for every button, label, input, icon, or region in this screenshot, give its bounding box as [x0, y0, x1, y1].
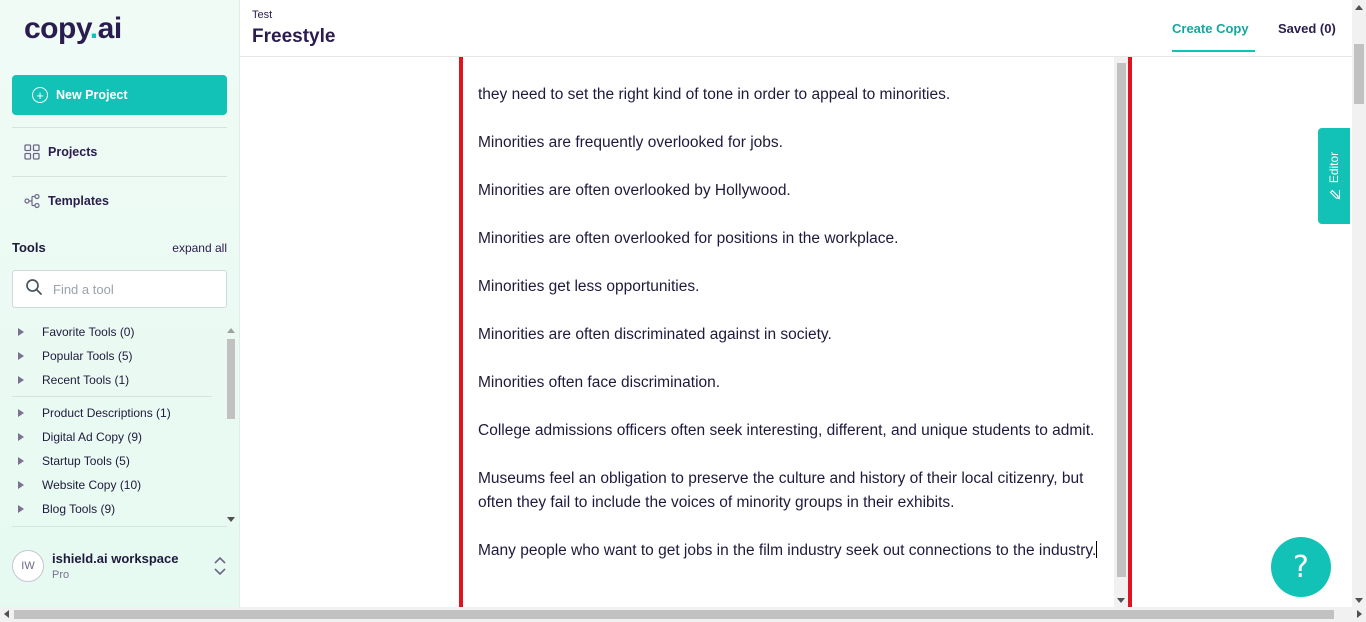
- grid-icon: [24, 144, 40, 160]
- pencil-icon: [1329, 189, 1340, 200]
- caret-right-icon: [18, 481, 24, 489]
- editor-paragraph: Minorities get less opportunities.: [478, 278, 700, 295]
- avatar: IW: [12, 550, 44, 582]
- tools-title: Tools: [12, 240, 46, 255]
- editor-paragraph: College admissions officers often seek i…: [478, 422, 1095, 439]
- plus-circle-icon: +: [32, 87, 48, 103]
- new-project-label: New Project: [56, 88, 128, 102]
- editor-paragraph: Minorities are often discriminated again…: [478, 326, 832, 343]
- editor-panel[interactable]: they need to set the right kind of tone …: [459, 57, 1132, 607]
- scroll-down-arrow-icon[interactable]: [227, 517, 235, 522]
- tab-create-copy[interactable]: Create Copy: [1172, 21, 1255, 52]
- tool-group-startup-tools[interactable]: Startup Tools (5): [12, 454, 130, 468]
- editor-paragraph: Minorities are often overlooked for posi…: [478, 230, 899, 247]
- search-icon: [25, 278, 43, 301]
- divider: [12, 176, 227, 177]
- tool-group-label: Startup Tools (5): [42, 454, 130, 468]
- copy-ai-logo[interactable]: copy.ai: [24, 12, 122, 46]
- editor-text-area[interactable]: they need to set the right kind of tone …: [478, 83, 1098, 587]
- text-cursor: [1096, 541, 1098, 558]
- sidebar-item-label: Projects: [48, 145, 98, 159]
- editor-paragraph: they need to set the right kind of tone …: [478, 86, 951, 103]
- scrollbar-thumb[interactable]: [1117, 63, 1126, 577]
- tool-list: Favorite Tools (0) Popular Tools (5) Rec…: [12, 320, 227, 525]
- tab-saved[interactable]: Saved (0): [1278, 21, 1336, 36]
- tool-group-favorite[interactable]: Favorite Tools (0): [12, 325, 134, 339]
- tool-group-label: Digital Ad Copy (9): [42, 430, 143, 444]
- editor-scrollbar[interactable]: [1114, 57, 1128, 607]
- page-horizontal-scrollbar[interactable]: [0, 607, 1366, 622]
- scrollbar-thumb[interactable]: [1354, 44, 1364, 104]
- tool-group-digital-ad-copy[interactable]: Digital Ad Copy (9): [12, 430, 142, 444]
- top-header: Test Freestyle Create Copy Saved (0): [240, 0, 1352, 57]
- editor-paragraph-text: Many people who want to get jobs in the …: [478, 542, 1097, 559]
- tool-group-recent[interactable]: Recent Tools (1): [12, 373, 129, 387]
- editor-paragraph: Minorities often face discrimination.: [478, 374, 721, 391]
- scroll-down-arrow-icon[interactable]: [1117, 598, 1125, 603]
- tool-group-label: Recent Tools (1): [42, 373, 130, 387]
- caret-right-icon: [18, 505, 24, 513]
- tool-group-label: Popular Tools (5): [42, 349, 133, 363]
- tool-group-blog-tools[interactable]: Blog Tools (9): [12, 502, 115, 516]
- divider: [12, 396, 212, 397]
- caret-right-icon: [18, 328, 24, 336]
- tool-group-label: Favorite Tools (0): [42, 325, 135, 339]
- new-project-button[interactable]: + New Project: [12, 75, 227, 115]
- scroll-right-arrow-icon[interactable]: [1357, 610, 1362, 618]
- scrollbar-thumb[interactable]: [14, 610, 1334, 619]
- editor-tab-label: Editor: [1327, 151, 1342, 184]
- chevron-up-down-icon[interactable]: [213, 556, 227, 576]
- divider: [12, 127, 227, 128]
- sidebar: copy.ai + New Project Projects Templates…: [0, 0, 240, 607]
- expand-all-link[interactable]: expand all: [172, 241, 227, 255]
- divider: [12, 526, 227, 527]
- workspace-switcher[interactable]: IW ishield.ai workspace Pro: [12, 550, 227, 582]
- breadcrumb[interactable]: Test: [252, 9, 272, 21]
- tool-group-label: Product Descriptions (1): [42, 406, 171, 420]
- editor-paragraph: Museums feel an obligation to preserve t…: [478, 470, 1084, 511]
- scroll-up-arrow-icon[interactable]: [227, 328, 235, 333]
- caret-right-icon: [18, 352, 24, 360]
- tool-group-website-copy[interactable]: Website Copy (10): [12, 478, 141, 492]
- caret-right-icon: [18, 457, 24, 465]
- tool-search-box[interactable]: [12, 270, 227, 308]
- scroll-left-arrow-icon[interactable]: [4, 610, 9, 618]
- sidebar-item-projects[interactable]: Projects: [24, 144, 97, 160]
- caret-right-icon: [18, 433, 24, 441]
- tool-group-popular[interactable]: Popular Tools (5): [12, 349, 133, 363]
- help-button[interactable]: ?: [1271, 537, 1331, 597]
- tool-group-label: Website Copy (10): [42, 478, 142, 492]
- templates-icon: [24, 193, 40, 209]
- tool-search-input[interactable]: [53, 281, 213, 297]
- editor-paragraph: Minorities are frequently overlooked for…: [478, 134, 783, 151]
- editor-side-tab[interactable]: Editor: [1318, 128, 1350, 224]
- editor-paragraph: Minorities are often overlooked by Holly…: [478, 182, 791, 199]
- tool-list-scrollbar[interactable]: [226, 326, 236, 524]
- editor-paragraph-last: Many people who want to get jobs in the …: [478, 539, 1098, 563]
- page-vertical-scrollbar[interactable]: [1352, 0, 1366, 607]
- scroll-up-arrow-icon[interactable]: [1355, 5, 1363, 10]
- caret-right-icon: [18, 376, 24, 384]
- page-title: Freestyle: [252, 26, 336, 47]
- tool-group-label: Blog Tools (9): [42, 502, 116, 516]
- caret-right-icon: [18, 409, 24, 417]
- sidebar-item-templates[interactable]: Templates: [24, 193, 109, 209]
- workspace-name: ishield.ai workspace: [52, 551, 179, 566]
- workspace-plan: Pro: [52, 569, 70, 581]
- scrollbar-thumb[interactable]: [227, 339, 235, 419]
- scroll-down-arrow-icon[interactable]: [1355, 598, 1363, 603]
- sidebar-item-label: Templates: [48, 194, 109, 208]
- tool-group-product-descriptions[interactable]: Product Descriptions (1): [12, 406, 171, 420]
- tools-header: Tools expand all: [12, 240, 227, 255]
